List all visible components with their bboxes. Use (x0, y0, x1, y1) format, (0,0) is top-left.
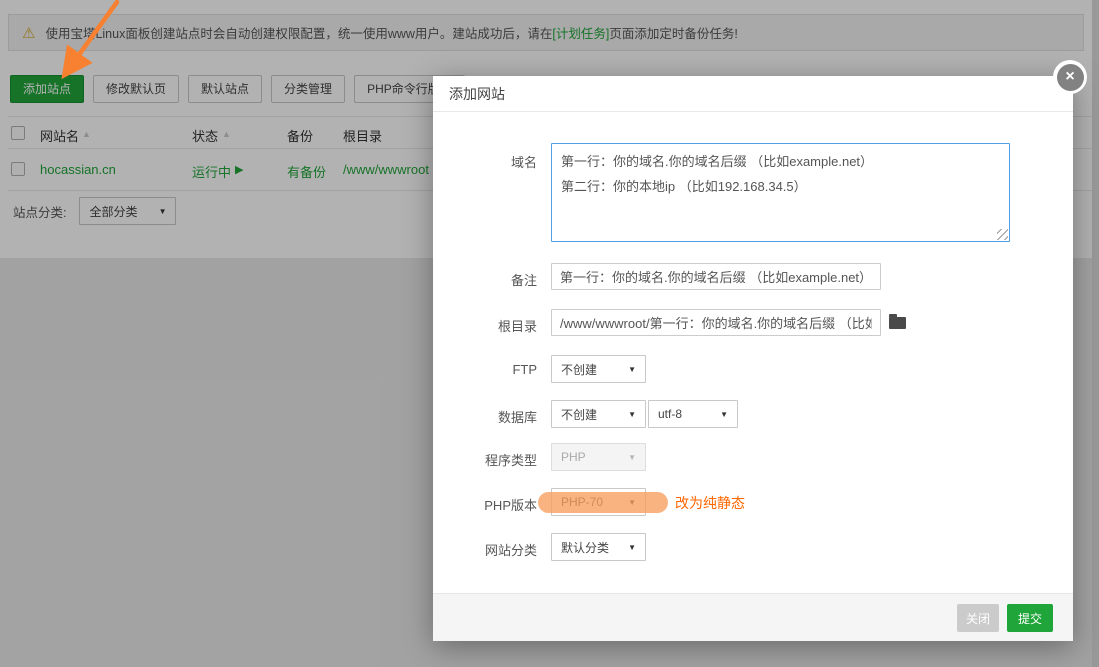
remark-label: 备注 (433, 270, 537, 289)
close-icon[interactable]: × (1053, 60, 1087, 94)
database-label: 数据库 (433, 407, 537, 426)
chevron-down-icon: ▼ (628, 453, 636, 462)
close-button[interactable]: 关闭 (957, 604, 999, 632)
submit-button[interactable]: 提交 (1007, 604, 1053, 632)
ftp-select[interactable]: 不创建 ▼ (551, 355, 646, 383)
domain-label: 域名 (433, 152, 537, 171)
site-category-select[interactable]: 默认分类 ▼ (551, 533, 646, 561)
resize-handle[interactable] (997, 229, 1008, 240)
ftp-label: FTP (433, 362, 537, 377)
domain-input[interactable]: 第一行：你的域名.你的域名后缀 （比如example.net） 第二行：你的本地… (551, 143, 1010, 242)
root-label: 根目录 (433, 316, 537, 335)
chevron-down-icon: ▼ (628, 365, 636, 374)
app-type-label: 程序类型 (433, 450, 537, 469)
php-version-label: PHP版本 (433, 495, 537, 514)
root-input[interactable] (551, 309, 881, 336)
add-site-modal: 添加网站 × 域名 第一行：你的域名.你的域名后缀 （比如example.net… (433, 76, 1073, 641)
chevron-down-icon: ▼ (628, 543, 636, 552)
database-select[interactable]: 不创建 ▼ (551, 400, 646, 428)
php-version-select[interactable]: PHP-70 ▼ (551, 488, 646, 516)
modal-footer: 关闭 提交 (433, 593, 1073, 641)
chevron-down-icon: ▼ (628, 498, 636, 507)
modal-title-bar: 添加网站 (433, 76, 1073, 112)
remark-input[interactable] (551, 263, 881, 290)
annotation-note: 改为纯静态 (675, 493, 745, 513)
chevron-down-icon: ▼ (628, 410, 636, 419)
chevron-down-icon: ▼ (720, 410, 728, 419)
modal-title: 添加网站 (433, 76, 1073, 112)
app-type-select: PHP ▼ (551, 443, 646, 471)
charset-select[interactable]: utf-8 ▼ (648, 400, 738, 428)
screen: ⚠ 使用宝塔Linux面板创建站点时会自动创建权限配置，统一使用www用户。建站… (0, 0, 1099, 667)
site-category-label: 网站分类 (433, 540, 537, 559)
folder-icon[interactable] (889, 317, 906, 329)
